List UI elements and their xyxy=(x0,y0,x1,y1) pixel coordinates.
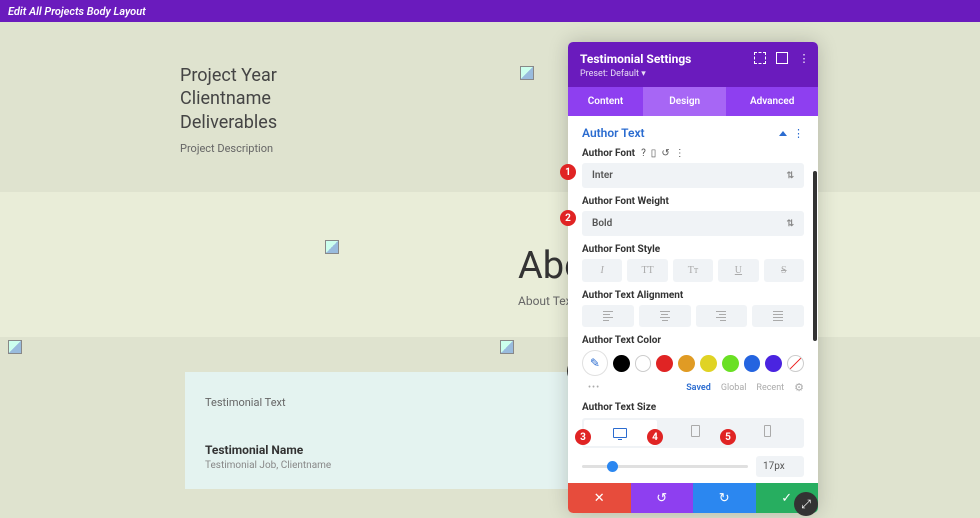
background-band xyxy=(0,192,980,337)
font-style-buttons: I TT Tᴛ U S xyxy=(582,259,804,282)
color-palette-tabs: ••• Saved Global Recent ⚙ xyxy=(582,381,804,394)
project-deliverables: Deliverables xyxy=(180,111,277,134)
close-button[interactable]: ✕ xyxy=(568,483,631,513)
device-tabs xyxy=(582,418,804,448)
help-icon[interactable]: ? xyxy=(641,148,646,159)
smallcaps-button[interactable]: Tᴛ xyxy=(673,259,713,282)
panel-header[interactable]: Testimonial Settings Preset: Default ▾ ⋮ xyxy=(568,42,818,87)
align-center-button[interactable] xyxy=(639,305,691,327)
panel-tabs: Content Design Advanced xyxy=(568,87,818,116)
chevron-up-icon[interactable] xyxy=(779,131,787,136)
annotation-badge-1: 1 xyxy=(560,164,576,180)
kebab-icon[interactable]: ⋮ xyxy=(793,127,804,140)
color-swatch[interactable] xyxy=(635,355,652,372)
expand-icon[interactable] xyxy=(754,52,766,64)
device-desktop[interactable] xyxy=(584,420,657,446)
top-bar: Edit All Projects Body Layout xyxy=(0,0,980,22)
project-client: Clientname xyxy=(180,87,277,110)
annotation-badge-5: 5 xyxy=(720,429,736,445)
slider-knob[interactable] xyxy=(607,461,618,472)
eyedropper-button[interactable]: ✎ xyxy=(582,350,608,376)
phone-icon[interactable]: ▯ xyxy=(651,148,657,159)
palette-saved[interactable]: Saved xyxy=(686,383,711,393)
annotation-badge-2: 2 xyxy=(560,210,576,226)
kebab-icon[interactable]: ⋮ xyxy=(675,148,685,159)
color-swatch[interactable] xyxy=(656,355,673,372)
font-select[interactable]: Inter ⇅ xyxy=(582,163,804,188)
label-align: Author Text Alignment xyxy=(582,290,804,301)
image-placeholder-icon xyxy=(8,340,22,354)
project-meta: Project Year Clientname Deliverables Pro… xyxy=(180,64,277,155)
caret-icon: ⇅ xyxy=(786,219,794,229)
section-title: Author Text xyxy=(582,126,645,140)
caret-icon: ⇅ xyxy=(786,171,794,181)
undo-button[interactable]: ↺ xyxy=(631,483,694,513)
project-description: Project Description xyxy=(180,142,277,155)
device-phone[interactable] xyxy=(731,418,804,444)
label-color: Author Text Color xyxy=(582,335,804,346)
kebab-icon[interactable]: ⋮ xyxy=(798,52,810,64)
image-placeholder-icon xyxy=(520,66,534,80)
align-justify-button[interactable] xyxy=(752,305,804,327)
color-swatch[interactable] xyxy=(744,355,761,372)
align-right-button[interactable] xyxy=(696,305,748,327)
size-slider-row: 17px xyxy=(582,456,804,477)
section-header[interactable]: Author Text ⋮ xyxy=(582,126,804,140)
project-year: Project Year xyxy=(180,64,277,87)
label-weight: Author Font Weight xyxy=(582,196,804,207)
color-swatch[interactable] xyxy=(765,355,782,372)
scrollbar[interactable] xyxy=(813,171,817,341)
label-size: Author Text Size xyxy=(582,402,804,413)
canvas: Project Year Clientname Deliverables Pro… xyxy=(0,22,980,518)
panel-footer: ✕ ↺ ↻ ✓ xyxy=(568,483,818,513)
color-swatch[interactable] xyxy=(700,355,717,372)
color-swatch[interactable] xyxy=(722,355,739,372)
palette-recent[interactable]: Recent xyxy=(756,383,784,393)
snap-icon[interactable] xyxy=(776,52,788,64)
redo-button[interactable]: ↻ xyxy=(693,483,756,513)
annotation-badge-4: 4 xyxy=(647,429,663,445)
tab-advanced[interactable]: Advanced xyxy=(726,87,818,116)
preset-dropdown[interactable]: Preset: Default ▾ xyxy=(580,69,806,79)
more-icon[interactable]: ••• xyxy=(582,383,600,393)
panel-body: Author Text ⋮ Author Font ? ▯ ↺ ⋮ Inter … xyxy=(568,116,818,483)
size-input[interactable]: 17px xyxy=(756,456,804,477)
page-title: Edit All Projects Body Layout xyxy=(8,5,146,18)
image-placeholder-icon xyxy=(325,240,339,254)
alignment-buttons xyxy=(582,305,804,327)
underline-button[interactable]: U xyxy=(718,259,758,282)
collapse-toggle[interactable]: ⤢ xyxy=(794,492,818,516)
strikethrough-button[interactable]: S xyxy=(764,259,804,282)
image-placeholder-icon xyxy=(500,340,514,354)
italic-button[interactable]: I xyxy=(582,259,622,282)
color-swatch-transparent[interactable] xyxy=(787,355,804,372)
weight-value: Bold xyxy=(592,218,612,229)
reset-icon[interactable]: ↺ xyxy=(661,148,669,159)
gear-icon[interactable]: ⚙ xyxy=(794,381,804,394)
size-slider[interactable] xyxy=(582,465,748,468)
tab-design[interactable]: Design xyxy=(643,87,726,116)
annotation-badge-3: 3 xyxy=(575,429,591,445)
palette-global[interactable]: Global xyxy=(721,383,747,393)
settings-panel: Testimonial Settings Preset: Default ▾ ⋮… xyxy=(568,42,818,513)
tab-content[interactable]: Content xyxy=(568,87,643,116)
align-left-button[interactable] xyxy=(582,305,634,327)
color-swatch[interactable] xyxy=(613,355,630,372)
weight-select[interactable]: Bold ⇅ xyxy=(582,211,804,236)
label-font: Author Font xyxy=(582,148,635,159)
label-style: Author Font Style xyxy=(582,244,804,255)
color-swatches: ✎ xyxy=(582,350,804,376)
font-value: Inter xyxy=(592,170,613,181)
uppercase-button[interactable]: TT xyxy=(627,259,667,282)
color-swatch[interactable] xyxy=(678,355,695,372)
